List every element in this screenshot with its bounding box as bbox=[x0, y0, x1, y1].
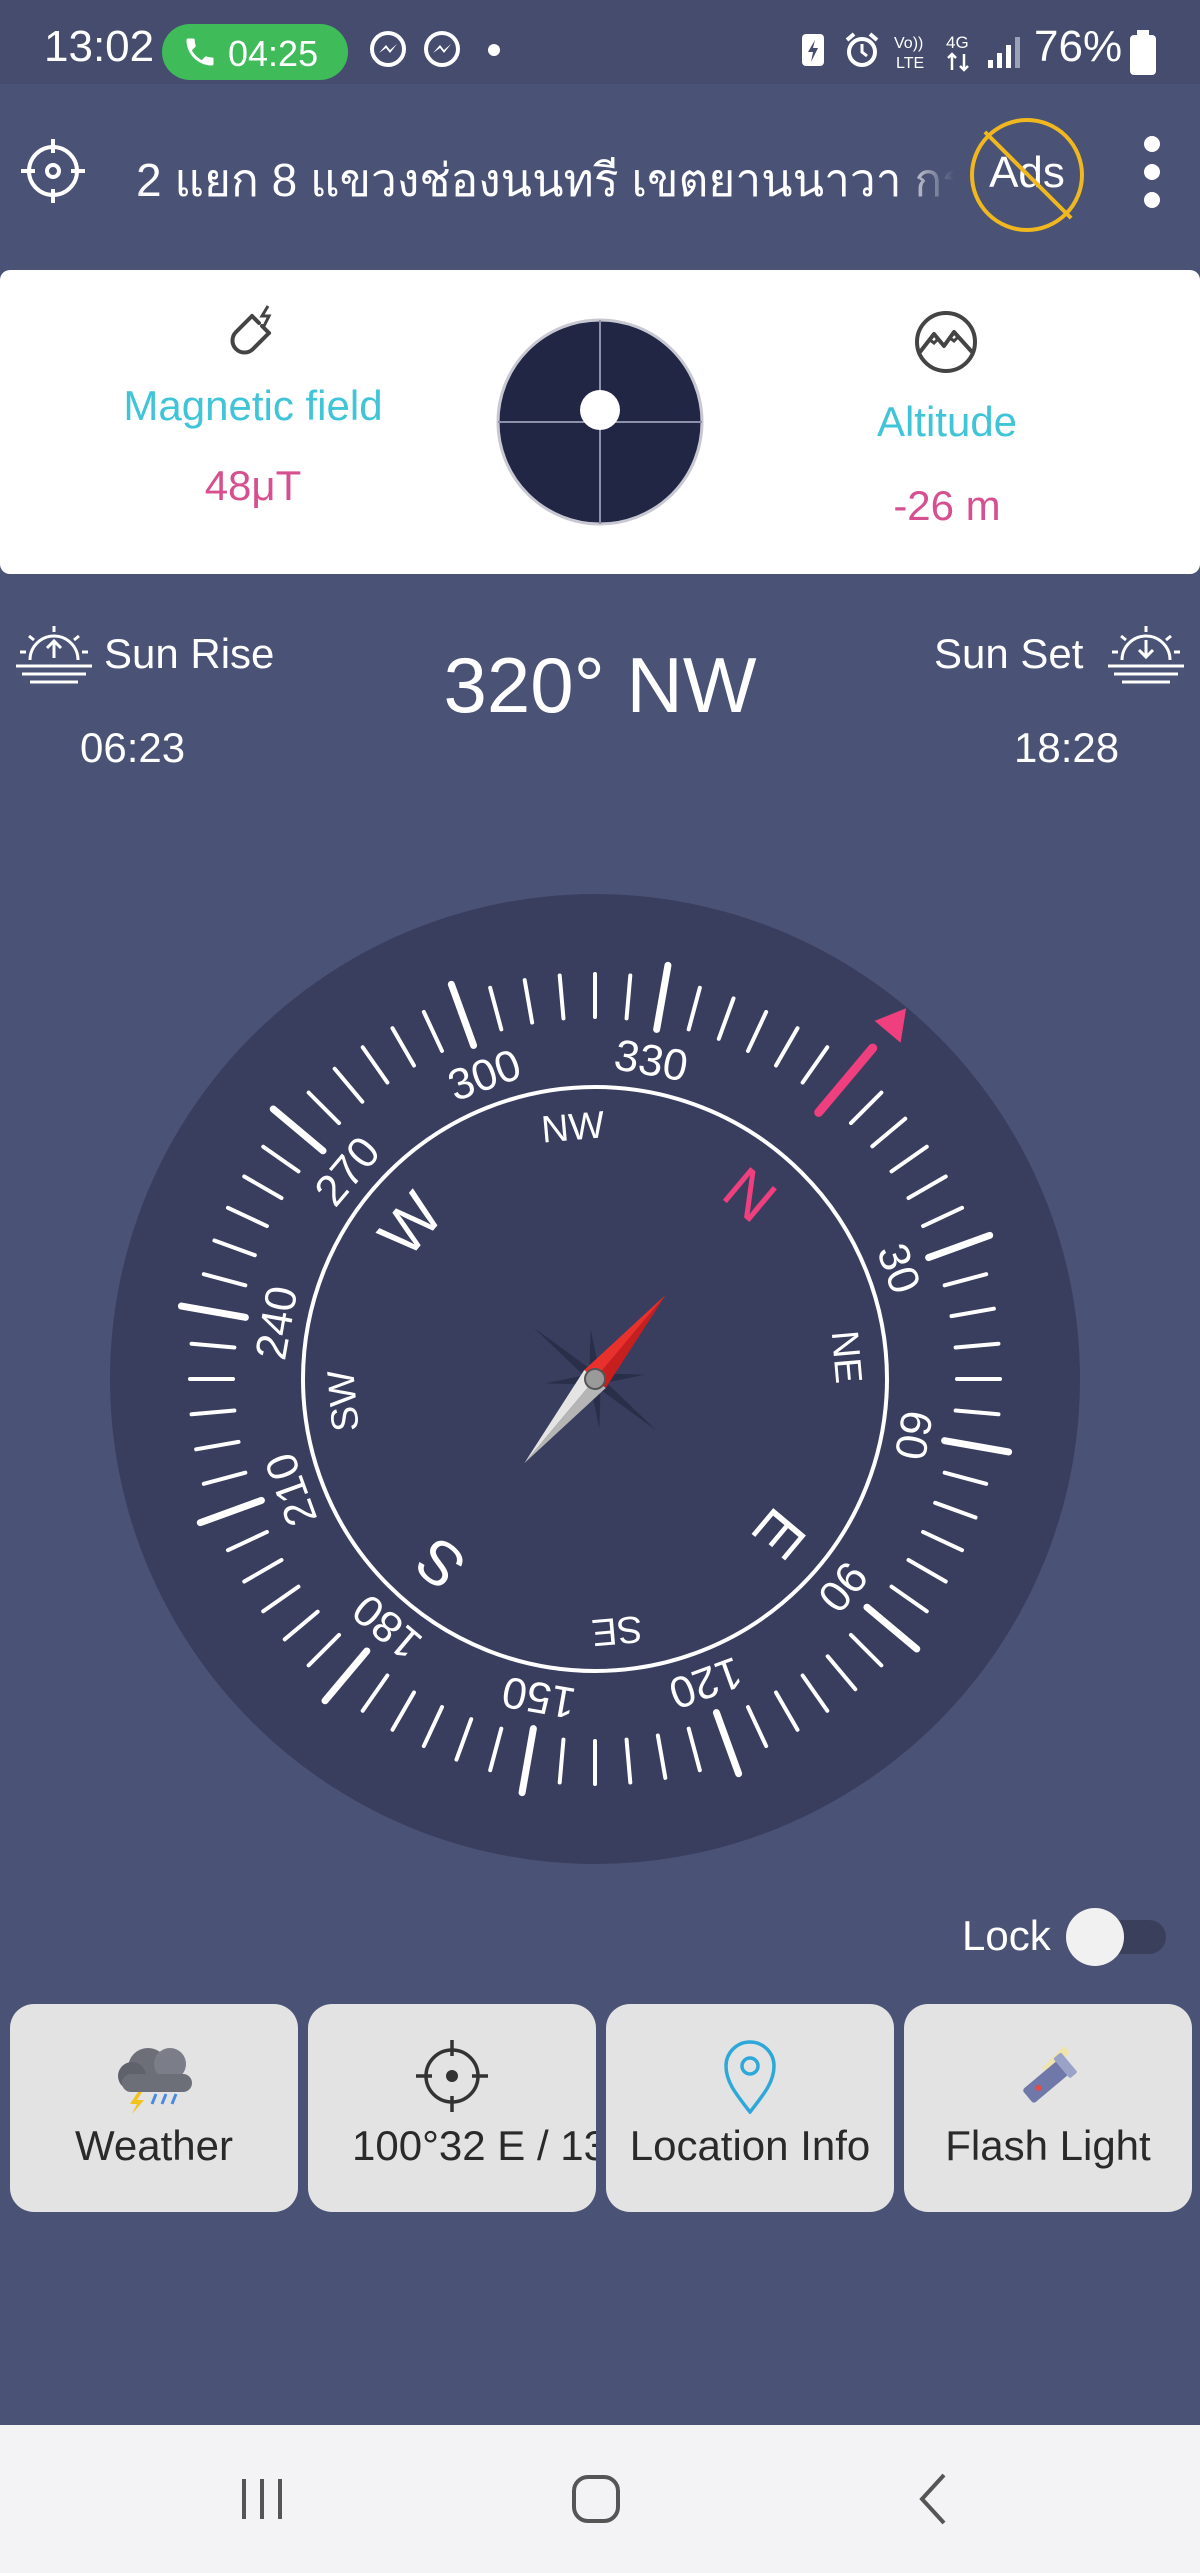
flash-light-button[interactable]: Flash Light bbox=[904, 2004, 1192, 2212]
lock-label: Lock bbox=[962, 1912, 1051, 1959]
lock-toggle[interactable] bbox=[1066, 1908, 1166, 1966]
more-options-button[interactable] bbox=[1140, 136, 1164, 216]
battery-icon bbox=[1130, 30, 1156, 75]
altitude-label: Altitude bbox=[876, 398, 1018, 445]
storm-cloud-icon bbox=[118, 2048, 192, 2114]
status-bar: 13:02 04:25 Vo)) LTE 4G 76% bbox=[0, 0, 1200, 84]
sunset-icon bbox=[1108, 626, 1184, 684]
crosshair-icon bbox=[416, 2040, 488, 2112]
call-timer: 04:25 bbox=[228, 33, 319, 74]
battery-percent: 76% bbox=[1034, 22, 1123, 71]
weather-label: Weather bbox=[75, 2122, 233, 2169]
sunset-time: 18:28 bbox=[1014, 724, 1120, 771]
heading-readout: 320° NW bbox=[443, 641, 757, 729]
lock-toggle-knob bbox=[1066, 1908, 1124, 1966]
location-info-label: Location Info bbox=[629, 2122, 871, 2169]
bubble-level bbox=[496, 318, 704, 526]
compass-dial[interactable]: 306090120150180210240270300 330NESWNESESW… bbox=[110, 894, 1080, 1864]
ongoing-call-chip[interactable]: 04:25 bbox=[162, 24, 348, 80]
coordinates-label: 100°32 E / 13° bbox=[352, 2122, 596, 2169]
level-bubble bbox=[580, 390, 620, 430]
magnetic-field-value: 48μT bbox=[204, 462, 302, 509]
top-bar: 2 แยก 8 แขวงช่องนนทรี เขตยานนาวา กรุงเทพ… bbox=[0, 84, 1200, 269]
messenger-icon bbox=[424, 31, 460, 67]
sunrise-icon bbox=[16, 626, 92, 684]
recent-apps-icon[interactable] bbox=[232, 2469, 292, 2529]
sunrise-label: Sun Rise bbox=[104, 630, 275, 677]
signal-icon bbox=[988, 37, 1020, 68]
status-time: 13:02 bbox=[44, 22, 155, 71]
svg-text:LTE: LTE bbox=[896, 55, 924, 72]
remove-ads-button[interactable]: Ads bbox=[970, 118, 1084, 232]
compass-degree-label: 60 bbox=[885, 1407, 942, 1464]
coordinates-button[interactable]: 100°32 E / 13° bbox=[308, 2004, 596, 2212]
magnetic-field-label: Magnetic field bbox=[123, 382, 383, 429]
messenger-icon bbox=[370, 31, 406, 67]
alarm-icon bbox=[845, 32, 879, 67]
volte-icon: Vo)) LTE bbox=[894, 35, 924, 72]
location-info-button[interactable]: Location Info bbox=[606, 2004, 894, 2212]
phone-icon bbox=[186, 38, 214, 66]
svg-text:Vo)): Vo)) bbox=[894, 35, 923, 52]
my-location-icon[interactable] bbox=[18, 136, 88, 206]
system-nav-bar bbox=[0, 2425, 1200, 2573]
flashlight-icon bbox=[1023, 2046, 1077, 2103]
network-4g-icon: 4G bbox=[946, 33, 969, 72]
compass-intercardinal-ne: NE bbox=[823, 1329, 869, 1385]
more-notifications-dot bbox=[488, 44, 500, 56]
home-icon[interactable] bbox=[566, 2469, 626, 2529]
magnet-icon bbox=[230, 305, 272, 355]
battery-saver-icon bbox=[802, 34, 824, 66]
compass-intercardinal-nw: NW bbox=[540, 1104, 607, 1151]
back-icon[interactable] bbox=[906, 2469, 966, 2529]
svg-text:4G: 4G bbox=[946, 33, 969, 52]
sunset-label: Sun Set bbox=[934, 630, 1084, 677]
altitude-value: -26 m bbox=[893, 482, 1001, 529]
mountain-icon bbox=[915, 311, 977, 373]
weather-button[interactable]: Weather bbox=[10, 2004, 298, 2212]
address-marquee: 2 แยก 8 แขวงช่องนนทรี เขตยานนาวา กรุงเทพ… bbox=[122, 134, 954, 214]
sensor-info-card: Magnetic field 48μT Altitude -26 m bbox=[0, 270, 1200, 574]
compass-intercardinal-sw: SW bbox=[320, 1369, 367, 1434]
map-pin-icon bbox=[724, 2040, 776, 2114]
flash-light-label: Flash Light bbox=[945, 2122, 1151, 2169]
address-text: 2 แยก 8 แขวงช่องนนทรี เขตยานนาวา กรุงเทพ… bbox=[136, 154, 954, 206]
compass-intercardinal-se: SE bbox=[590, 1607, 644, 1653]
sunrise-time: 06:23 bbox=[80, 724, 186, 771]
